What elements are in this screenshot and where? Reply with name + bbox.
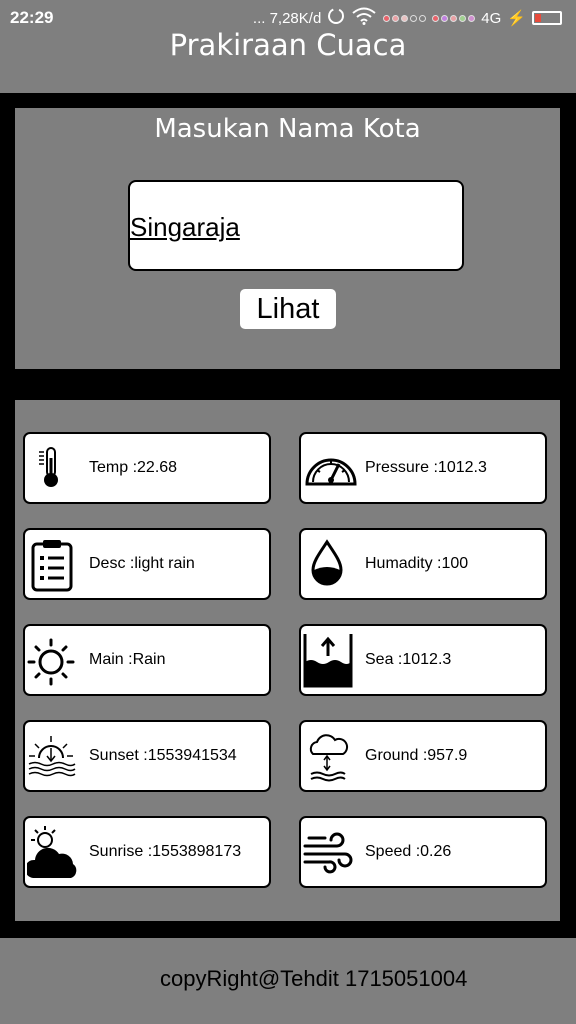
network-type: 4G	[481, 9, 502, 27]
gauge-icon	[303, 440, 359, 496]
weather-info-panel: Temp :22.68 Pressure :1012.3 Desc :light…	[15, 400, 560, 921]
sync-icon	[327, 7, 345, 29]
sunrise-card: Sunrise :1553898173	[23, 816, 271, 888]
sea-level-icon	[303, 632, 359, 688]
footer: copyRight@Tehdit 1715051004	[0, 938, 576, 1024]
search-label: Masukan Nama Kota	[154, 114, 421, 144]
city-input[interactable]: Singaraja	[128, 180, 464, 271]
footer-copyright: copyRight@Tehdit 1715051004	[160, 966, 468, 991]
signal-dots-icon	[383, 14, 427, 22]
charging-icon: ⚡	[507, 10, 526, 27]
sunrise-text: Sunrise :1553898173	[89, 843, 242, 860]
speed-card: Speed :0.26	[299, 816, 547, 888]
status-time: 22:29	[10, 8, 54, 27]
sea-card: Sea :1012.3	[299, 624, 547, 696]
humidity-text: Humadity :100	[365, 555, 469, 572]
top-bar: 22:29 ... 7,28K/d 4G ⚡ Prakiraan Cuaca	[0, 0, 576, 93]
sunset-text: Sunset :1553941534	[89, 747, 237, 764]
sea-text: Sea :1012.3	[365, 651, 452, 668]
pressure-card: Pressure :1012.3	[299, 432, 547, 504]
clipboard-icon	[27, 536, 83, 592]
sunrise-icon	[24, 824, 83, 880]
ground-text: Ground :957.9	[365, 747, 468, 764]
app-title: Prakiraan Cuaca	[169, 28, 407, 62]
desc-text: Desc :light rain	[89, 555, 195, 572]
temp-text: Temp :22.68	[89, 459, 178, 476]
main-card: Main :Rain	[23, 624, 271, 696]
humidity-card: Humadity :100	[299, 528, 547, 600]
wind-icon	[303, 824, 359, 880]
signal-dots-icon-2	[432, 14, 476, 22]
ground-level-icon	[303, 728, 359, 784]
network-speed: ... 7,28K/d	[252, 9, 322, 27]
sunset-card: Sunset :1553941534	[23, 720, 271, 792]
city-input-value: Singaraja	[130, 212, 240, 242]
lihat-button[interactable]: Lihat	[240, 289, 336, 329]
battery-icon	[532, 11, 562, 25]
sun-icon	[27, 632, 83, 688]
desc-card: Desc :light rain	[23, 528, 271, 600]
main-text: Main :Rain	[89, 651, 166, 668]
temp-card: Temp :22.68	[23, 432, 271, 504]
thermometer-icon	[27, 440, 83, 496]
search-panel: Masukan Nama Kota Singaraja Lihat	[15, 108, 560, 369]
water-drop-icon	[303, 536, 359, 592]
ground-card: Ground :957.9	[299, 720, 547, 792]
sunset-icon	[27, 728, 83, 784]
speed-text: Speed :0.26	[365, 843, 452, 860]
pressure-text: Pressure :1012.3	[365, 459, 487, 476]
wifi-icon	[351, 7, 377, 29]
